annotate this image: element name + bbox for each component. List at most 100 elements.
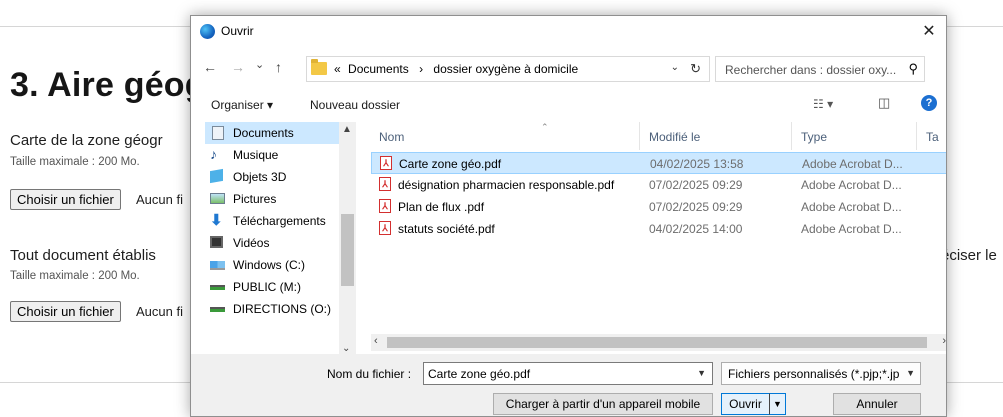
column-header-type[interactable]: Type: [801, 130, 827, 144]
sidebar-item-documents[interactable]: Documents: [205, 122, 341, 144]
scroll-up-icon[interactable]: ▲: [342, 124, 352, 135]
column-divider[interactable]: [791, 122, 792, 150]
dialog-titlebar[interactable]: Ouvrir ✕: [191, 16, 946, 47]
refresh-icon[interactable]: ↻: [690, 61, 701, 77]
view-options-icon[interactable]: ☷ ▾: [813, 97, 833, 111]
file-row[interactable]: ⅄ Plan de flux .pdf 07/02/2025 09:29 Ado…: [371, 196, 946, 218]
sort-ascending-icon: ⌃: [541, 122, 549, 132]
navigation-pane: Documents ♪ Musique Objets 3D Pictures ⬇…: [205, 122, 355, 354]
file-type: Adobe Acrobat D...: [802, 157, 903, 171]
column-divider[interactable]: [916, 122, 917, 150]
sidebar-item-directions-o[interactable]: DIRECTIONS (O:): [205, 298, 341, 320]
sidebar-item-objects3d[interactable]: Objets 3D: [205, 166, 341, 188]
search-icon: ⚲: [908, 61, 918, 76]
file-modified: 04/02/2025 13:58: [650, 157, 744, 171]
sidebar-item-label: DIRECTIONS (O:): [233, 302, 331, 316]
scroll-right-icon[interactable]: ›: [942, 335, 946, 347]
sidebar-item-pictures[interactable]: Pictures: [205, 188, 341, 210]
search-placeholder: Rechercher dans : dossier oxy...: [725, 63, 897, 77]
pdf-file-icon: ⅄: [379, 221, 391, 235]
file-row[interactable]: ⅄ Carte zone géo.pdf 04/02/2025 13:58 Ad…: [371, 152, 946, 174]
section-title: 3. Aire géog: [10, 66, 206, 104]
sidebar-item-music[interactable]: ♪ Musique: [205, 144, 341, 166]
field1-label: Carte de la zone géogr: [10, 132, 163, 149]
sidebar-item-label: Pictures: [233, 192, 277, 206]
sidebar-item-videos[interactable]: Vidéos: [205, 232, 341, 254]
search-input[interactable]: Rechercher dans : dossier oxy... ⚲: [715, 56, 925, 82]
column-header-size[interactable]: Ta: [926, 130, 939, 144]
file-modified: 07/02/2025 09:29: [649, 178, 743, 192]
navigation-bar: ← → ⌄ ↑ « Documents › dossier oxygène à …: [191, 56, 946, 82]
file-modified: 07/02/2025 09:29: [649, 200, 743, 214]
sidebar-item-label: Vidéos: [233, 236, 270, 250]
sidebar-scrollbar-thumb[interactable]: [341, 214, 354, 286]
sidebar-item-label: PUBLIC (M:): [233, 280, 302, 294]
sidebar-item-downloads[interactable]: ⬇ Téléchargements: [205, 210, 341, 232]
sidebar-item-label: Windows (C:): [233, 258, 306, 272]
column-header-modified[interactable]: Modifié le: [649, 130, 700, 144]
file-type: Adobe Acrobat D...: [801, 222, 902, 236]
open-file-dialog: Ouvrir ✕ ← → ⌄ ↑ « Documents › dossier o…: [190, 15, 947, 417]
column-header-name[interactable]: Nom: [379, 130, 404, 144]
back-arrow-icon[interactable]: ←: [203, 59, 217, 75]
chevron-down-icon[interactable]: ⌄: [671, 62, 679, 73]
horizontal-scrollbar-thumb[interactable]: [387, 337, 927, 348]
file-row[interactable]: ⅄ statuts société.pdf 04/02/2025 14:00 A…: [371, 218, 946, 240]
dialog-title: Ouvrir: [221, 24, 254, 38]
breadcrumb-separator: ›: [419, 62, 424, 76]
chevron-down-icon[interactable]: ▼: [697, 368, 706, 378]
breadcrumb-overflow[interactable]: «: [334, 62, 341, 76]
file-name: statuts société.pdf: [398, 222, 495, 236]
videos-icon: [210, 236, 223, 248]
filename-input[interactable]: Carte zone géo.pdf ▼: [423, 362, 713, 385]
column-divider[interactable]: [639, 122, 640, 150]
command-bar: Organiser ▾ Nouveau dossier ☷ ▾ ◫ ?: [191, 92, 946, 118]
sidebar-item-label: Téléchargements: [233, 214, 326, 228]
file-type-filter-value: Fichiers personnalisés (*.pjp;*.jp: [728, 367, 900, 381]
open-options-dropdown[interactable]: ▼: [769, 393, 786, 415]
file-name: désignation pharmacien responsable.pdf: [398, 178, 615, 192]
downloads-icon: ⬇: [210, 212, 223, 229]
breadcrumb: « Documents › dossier oxygène à domicile: [334, 62, 578, 76]
pdf-file-icon: ⅄: [379, 199, 391, 213]
file-name: Plan de flux .pdf: [398, 200, 485, 214]
music-icon: ♪: [210, 146, 217, 162]
file-type-filter-select[interactable]: Fichiers personnalisés (*.pjp;*.jp ▼: [721, 362, 921, 385]
sidebar-item-windows-c[interactable]: Windows (C:): [205, 254, 341, 276]
field2-choose-file-button[interactable]: Choisir un fichier: [10, 301, 121, 322]
documents-icon: [212, 126, 224, 140]
sidebar-item-label: Objets 3D: [233, 170, 287, 184]
scroll-left-icon[interactable]: ‹: [374, 335, 378, 347]
close-icon[interactable]: ✕: [912, 16, 946, 47]
breadcrumb-current-folder[interactable]: dossier oxygène à domicile: [433, 62, 578, 76]
address-bar[interactable]: « Documents › dossier oxygène à domicile…: [306, 56, 710, 82]
scroll-down-icon[interactable]: ⌄: [342, 343, 350, 354]
field2-label-right: éciser le: [941, 247, 997, 264]
file-row[interactable]: ⅄ désignation pharmacien responsable.pdf…: [371, 174, 946, 196]
filename-value: Carte zone géo.pdf: [428, 367, 531, 381]
field2-label: Tout document établis: [10, 247, 156, 264]
upload-page: 3. Aire géog Carte de la zone géogr Tail…: [0, 0, 1003, 417]
help-icon[interactable]: ?: [921, 95, 937, 111]
sidebar-item-public-m[interactable]: PUBLIC (M:): [205, 276, 341, 298]
open-button[interactable]: Ouvrir: [721, 393, 770, 415]
preview-pane-icon[interactable]: ◫: [878, 95, 890, 111]
field1-choose-file-button[interactable]: Choisir un fichier: [10, 189, 121, 210]
new-folder-button[interactable]: Nouveau dossier: [310, 98, 400, 112]
breadcrumb-documents[interactable]: Documents: [348, 62, 409, 76]
forward-arrow-icon[interactable]: →: [231, 59, 245, 75]
field2-hint: Taille maximale : 200 Mo.: [10, 270, 140, 282]
cancel-button[interactable]: Annuler: [833, 393, 921, 415]
sidebar-item-label: Musique: [233, 148, 279, 162]
field2-no-file-text: Aucun fi: [136, 304, 183, 319]
file-list: ⌃ Nom Modifié le Type Ta ⅄ Carte zone gé…: [371, 122, 946, 334]
recent-locations-icon[interactable]: ⌄: [255, 58, 264, 71]
upload-from-mobile-button[interactable]: Charger à partir d'un appareil mobile: [493, 393, 713, 415]
file-list-horizontal-scrollbar[interactable]: ‹ ›: [371, 334, 946, 351]
sidebar-scrollbar[interactable]: ▲ ⌄: [339, 122, 356, 354]
file-modified: 04/02/2025 14:00: [649, 222, 743, 236]
field1-no-file-text: Aucun fi: [136, 192, 183, 207]
up-arrow-icon[interactable]: ↑: [275, 59, 282, 75]
organize-menu[interactable]: Organiser ▾: [211, 98, 273, 112]
field1-hint: Taille maximale : 200 Mo.: [10, 156, 140, 168]
